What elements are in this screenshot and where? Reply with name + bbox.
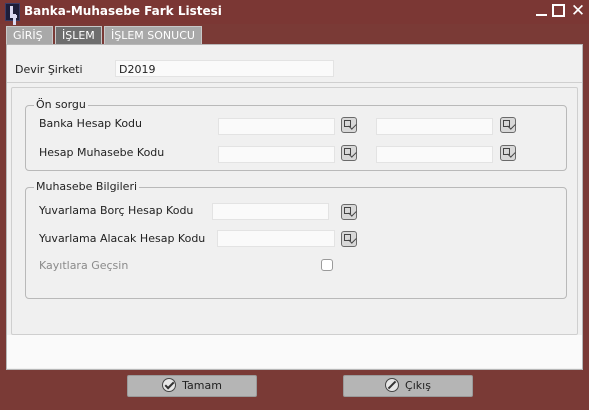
minimize-button[interactable] <box>534 3 550 19</box>
hesap-muhasebe-to-field[interactable] <box>376 146 493 163</box>
hesap-muhasebe-from-field[interactable] <box>218 146 335 163</box>
button-bar <box>0 370 589 410</box>
yuvarlama-borc-label: Yuvarlama Borç Hesap Kodu <box>39 204 194 217</box>
yuvarlama-borc-field[interactable] <box>212 203 329 220</box>
cikis-button-label: Çıkış <box>405 379 431 392</box>
yuvarlama-alacak-lookup-icon[interactable] <box>341 231 357 247</box>
banka-hesap-from-field[interactable] <box>218 118 335 135</box>
muhasebe-bilgileri-title: Muhasebe Bilgileri <box>34 180 140 193</box>
hesap-muhasebe-to-lookup-icon[interactable] <box>500 145 516 161</box>
on-sorgu-title: Ön sorgu <box>34 98 88 111</box>
maximize-button[interactable] <box>552 4 565 17</box>
banka-hesap-from-lookup-icon[interactable] <box>341 117 357 133</box>
check-circle-icon <box>162 378 177 392</box>
yuvarlama-alacak-label: Yuvarlama Alacak Hesap Kodu <box>39 232 206 245</box>
banka-hesap-kodu-label: Banka Hesap Kodu <box>39 117 143 130</box>
tab-giris[interactable]: GİRİŞ <box>6 26 53 44</box>
no-entry-icon <box>385 378 400 392</box>
devir-sirketi-label: Devir Şirketi <box>15 63 83 76</box>
tamam-button[interactable]: Tamam <box>127 375 257 397</box>
tab-panel: Devir Şirketi D2019 Ön sorgu Banka Hesap… <box>6 44 583 370</box>
main-window: Banka-Muhasebe Fark Listesi ✕ GİRİŞ İŞLE… <box>0 0 589 410</box>
kayitlara-gecsin-label: Kayıtlara Geçsin <box>39 259 129 272</box>
close-button[interactable]: ✕ <box>570 3 586 20</box>
tab-islem-sonucu[interactable]: İŞLEM SONUCU <box>104 26 202 44</box>
window-title: Banka-Muhasebe Fark Listesi <box>24 4 222 18</box>
hesap-muhasebe-from-lookup-icon[interactable] <box>341 145 357 161</box>
banka-hesap-to-field[interactable] <box>376 118 493 135</box>
app-logo-icon <box>5 3 20 21</box>
yuvarlama-borc-lookup-icon[interactable] <box>341 204 357 220</box>
devir-row: Devir Şirketi D2019 <box>7 51 582 83</box>
title-bar: Banka-Muhasebe Fark Listesi ✕ <box>0 0 589 24</box>
yuvarlama-alacak-field[interactable] <box>217 230 335 247</box>
panel-footer-strip <box>7 335 582 368</box>
banka-hesap-to-lookup-icon[interactable] <box>500 117 516 133</box>
cikis-button[interactable]: Çıkış <box>343 375 473 397</box>
hesap-muhasebe-kodu-label: Hesap Muhasebe Kodu <box>39 146 165 159</box>
tab-islem[interactable]: İŞLEM <box>55 26 102 44</box>
devir-sirketi-field[interactable]: D2019 <box>115 60 334 77</box>
tamam-button-label: Tamam <box>182 379 222 392</box>
kayitlara-gecsin-checkbox[interactable] <box>321 259 333 271</box>
